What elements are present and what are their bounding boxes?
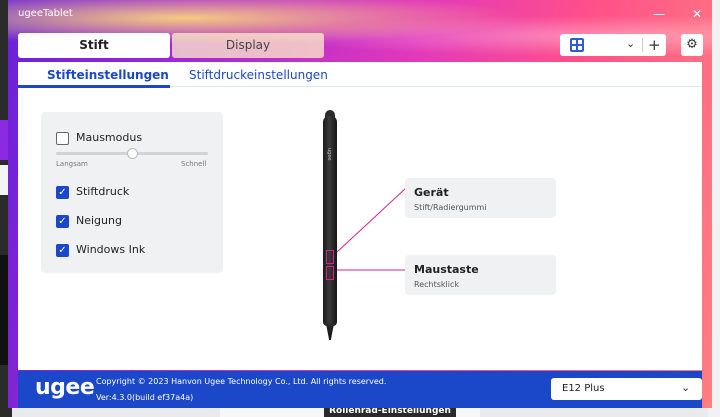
callout-geraet[interactable]: Gerät Stift/Radiergummi (405, 178, 556, 218)
callout-lines (336, 187, 407, 271)
callout-line-geraet (336, 187, 407, 253)
callout-subtitle: Stift/Radiergummi (414, 203, 487, 212)
title-bar[interactable]: ugeeTablet — ✕ (8, 0, 712, 30)
tab-stift[interactable]: Stift (18, 33, 170, 58)
app-window: ugeeTablet — ✕ Stift Display ⌄ + ⚙ Stift… (8, 0, 712, 408)
minimize-button[interactable]: — (650, 6, 668, 22)
device-model-label: E12 Plus (562, 383, 605, 394)
callout-title: Maustaste (414, 263, 479, 276)
main-content: Stifteinstellungen Stiftdruckeinstellung… (18, 62, 702, 370)
close-button[interactable]: ✕ (688, 6, 706, 22)
callout-subtitle: Rechtsklick (414, 280, 460, 289)
divider (642, 38, 643, 52)
tab-display[interactable]: Display (172, 33, 324, 58)
pen-logo: ugee (326, 148, 332, 161)
footer-bar: ugee Copyright © 2023 Hanvon Ugee Techno… (18, 371, 702, 408)
ugee-logo: ugee (35, 375, 95, 400)
version-text: Ver:4.3.0(build ef37a4a) (96, 393, 194, 402)
app-profile-select[interactable]: ⌄ + (560, 34, 666, 56)
pen-tip (326, 324, 334, 340)
pen-lower-button[interactable] (326, 266, 334, 280)
add-profile-button[interactable]: + (648, 34, 661, 56)
device-model-select[interactable]: E12 Plus ⌄ (551, 378, 702, 400)
pen-illustration: ugee (323, 110, 337, 344)
pen-upper-button[interactable] (326, 250, 334, 264)
window-title: ugeeTablet (18, 8, 73, 19)
chevron-down-icon[interactable]: ⌄ (626, 37, 635, 50)
callout-maustaste[interactable]: Maustaste Rechtsklick (405, 255, 556, 295)
grid-icon (570, 38, 584, 52)
chevron-down-icon[interactable]: ⌄ (681, 381, 690, 394)
gear-icon[interactable]: ⚙ (681, 34, 703, 56)
callout-title: Gerät (414, 186, 449, 199)
copyright-text: Copyright © 2023 Hanvon Ugee Technology … (96, 377, 387, 386)
